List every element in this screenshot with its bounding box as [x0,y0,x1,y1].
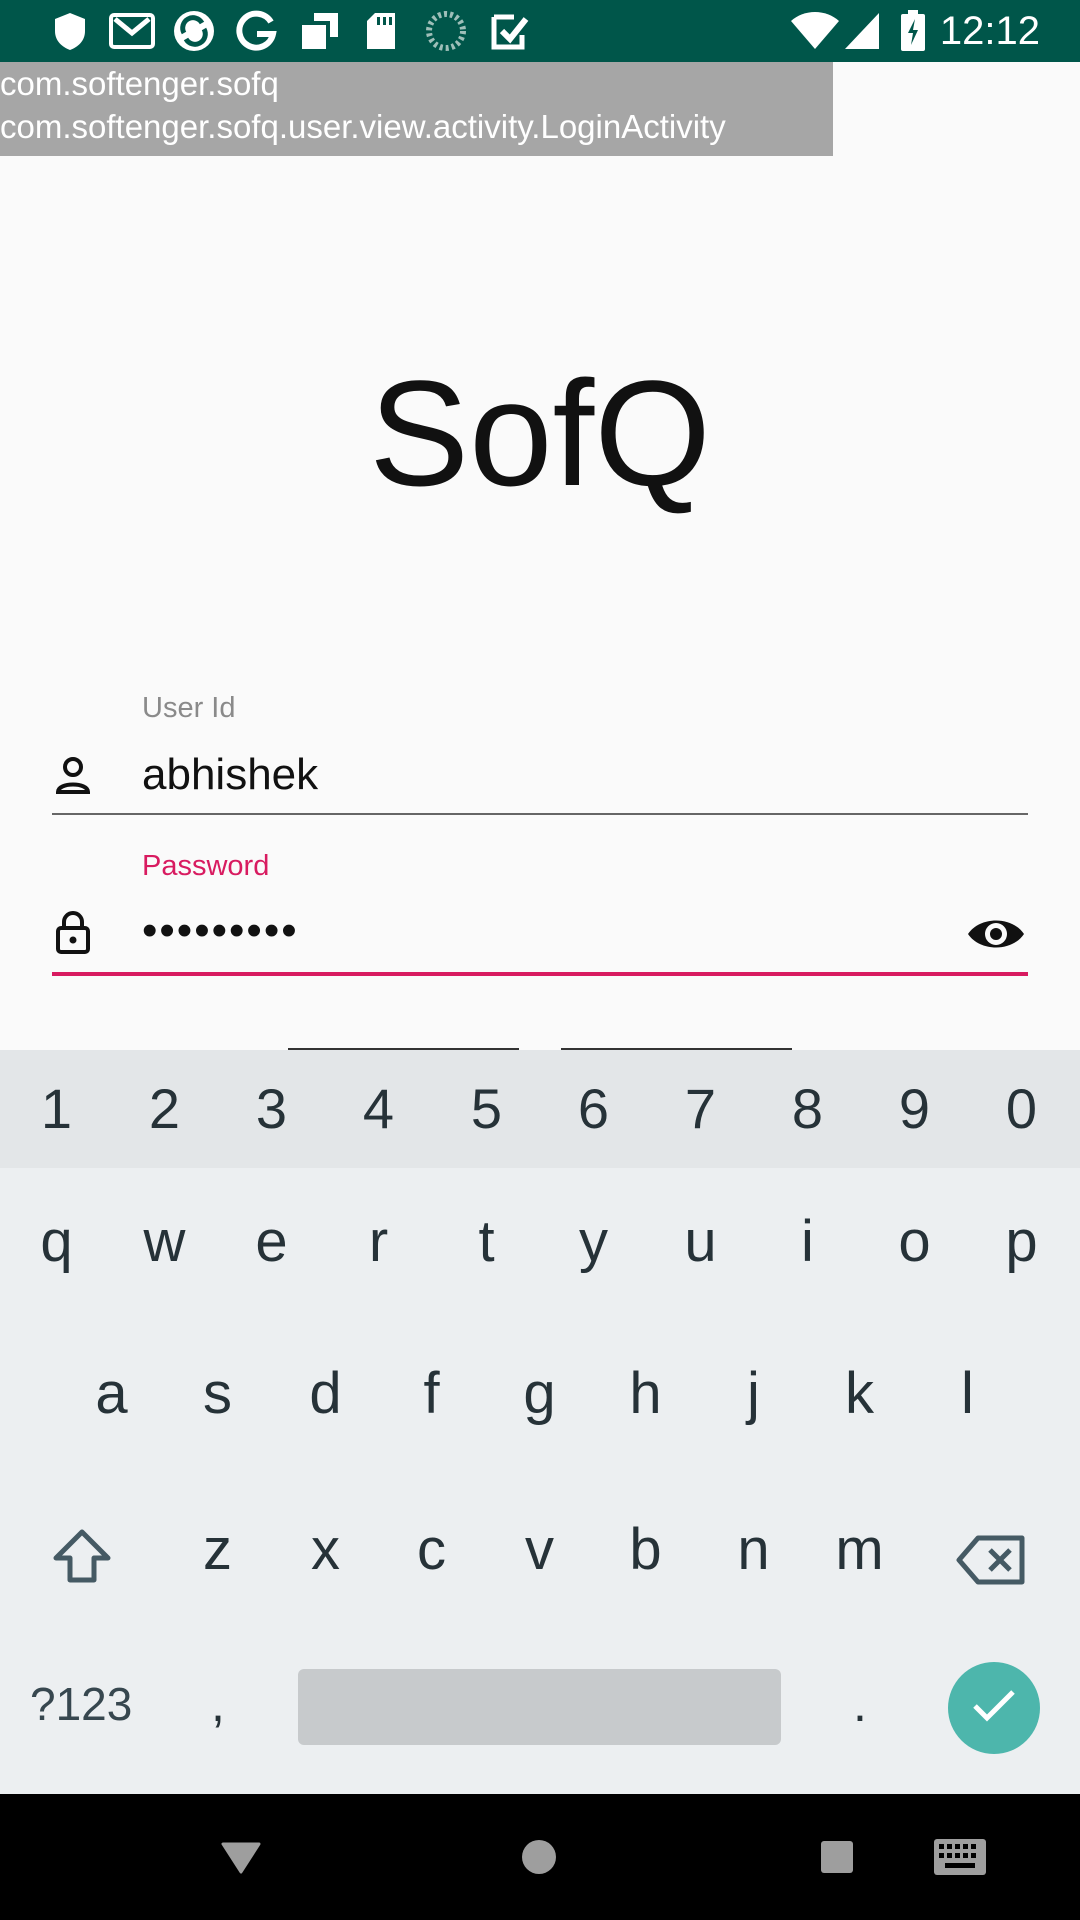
key-b[interactable]: b [592,1516,699,1583]
progress-icon [424,10,468,52]
key-d[interactable]: d [272,1360,379,1427]
shield-icon [50,10,90,52]
key-g[interactable]: g [486,1360,593,1427]
square-icon [298,10,342,52]
shift-icon [52,1529,112,1588]
sd-card-icon [362,10,400,52]
google-icon [234,10,278,52]
key-8[interactable]: 8 [754,1076,861,1141]
key-q[interactable]: q [3,1208,110,1275]
key-t[interactable]: t [433,1208,540,1275]
signal-icon [842,10,882,52]
key-y[interactable]: y [540,1208,647,1275]
password-label: Password [142,850,270,882]
status-time: 12:12 [939,9,1040,53]
key-o[interactable]: o [861,1208,968,1275]
back-icon[interactable] [214,1830,268,1884]
user-id-input[interactable]: abhishek [142,750,318,800]
person-icon [55,756,91,801]
key-1[interactable]: 1 [3,1076,110,1141]
key-r[interactable]: r [325,1208,432,1275]
battery-charging-icon [898,10,928,52]
enter-key[interactable] [948,1662,1040,1754]
navigation-bar [0,1794,1080,1920]
key-5[interactable]: 5 [433,1076,540,1141]
key-h[interactable]: h [592,1360,699,1427]
backspace-icon [956,1535,1028,1590]
gmail-icon [108,10,156,52]
key-e[interactable]: e [218,1208,325,1275]
key-p[interactable]: p [968,1208,1075,1275]
key-m[interactable]: m [806,1516,913,1583]
key-9[interactable]: 9 [861,1076,968,1141]
wifi-icon [790,10,840,52]
eye-icon[interactable] [966,914,1026,959]
comma-key[interactable]: , [166,1675,270,1733]
user-id-label: User Id [142,692,236,724]
key-0[interactable]: 0 [968,1076,1075,1141]
debug-activity: com.softenger.sofq.user.view.activity.Lo… [0,108,726,145]
key-3[interactable]: 3 [218,1076,325,1141]
key-i[interactable]: i [754,1208,861,1275]
key-x[interactable]: x [272,1516,379,1583]
home-icon[interactable] [512,1830,566,1884]
soft-keyboard: 1 2 3 4 5 6 7 8 9 0 q w e r t y u i o p … [0,1050,1080,1794]
key-z[interactable]: z [164,1516,271,1583]
key-v[interactable]: v [486,1516,593,1583]
lock-icon [55,910,91,959]
backspace-key[interactable] [956,1534,1030,1590]
debug-package: com.softenger.sofq [0,65,279,102]
user-id-underline [52,813,1028,815]
key-2[interactable]: 2 [111,1076,218,1141]
key-7[interactable]: 7 [647,1076,754,1141]
check-icon [971,1688,1017,1729]
keyboard-icon[interactable] [930,1830,990,1884]
task-check-icon [488,10,532,52]
key-4[interactable]: 4 [325,1076,432,1141]
app-title: SofQ [369,349,711,517]
password-input[interactable]: ••••••••• [142,906,299,956]
symbols-key[interactable]: ?123 [30,1677,132,1731]
key-u[interactable]: u [647,1208,754,1275]
key-6[interactable]: 6 [540,1076,647,1141]
key-w[interactable]: w [111,1208,218,1275]
period-key[interactable]: . [808,1675,912,1733]
recents-icon[interactable] [810,1830,864,1884]
space-key[interactable] [298,1669,781,1745]
key-s[interactable]: s [164,1360,271,1427]
sync-icon [170,10,218,52]
key-l[interactable]: l [914,1360,1021,1427]
password-underline [52,972,1028,976]
key-c[interactable]: c [378,1516,485,1583]
key-j[interactable]: j [700,1360,807,1427]
key-a[interactable]: a [58,1360,165,1427]
status-bar: 12:12 [0,0,1080,62]
debug-overlay: com.softenger.sofq com.softenger.sofq.us… [0,62,833,156]
key-n[interactable]: n [700,1516,807,1583]
key-k[interactable]: k [806,1360,913,1427]
shift-key[interactable] [52,1528,118,1588]
key-f[interactable]: f [378,1360,485,1427]
